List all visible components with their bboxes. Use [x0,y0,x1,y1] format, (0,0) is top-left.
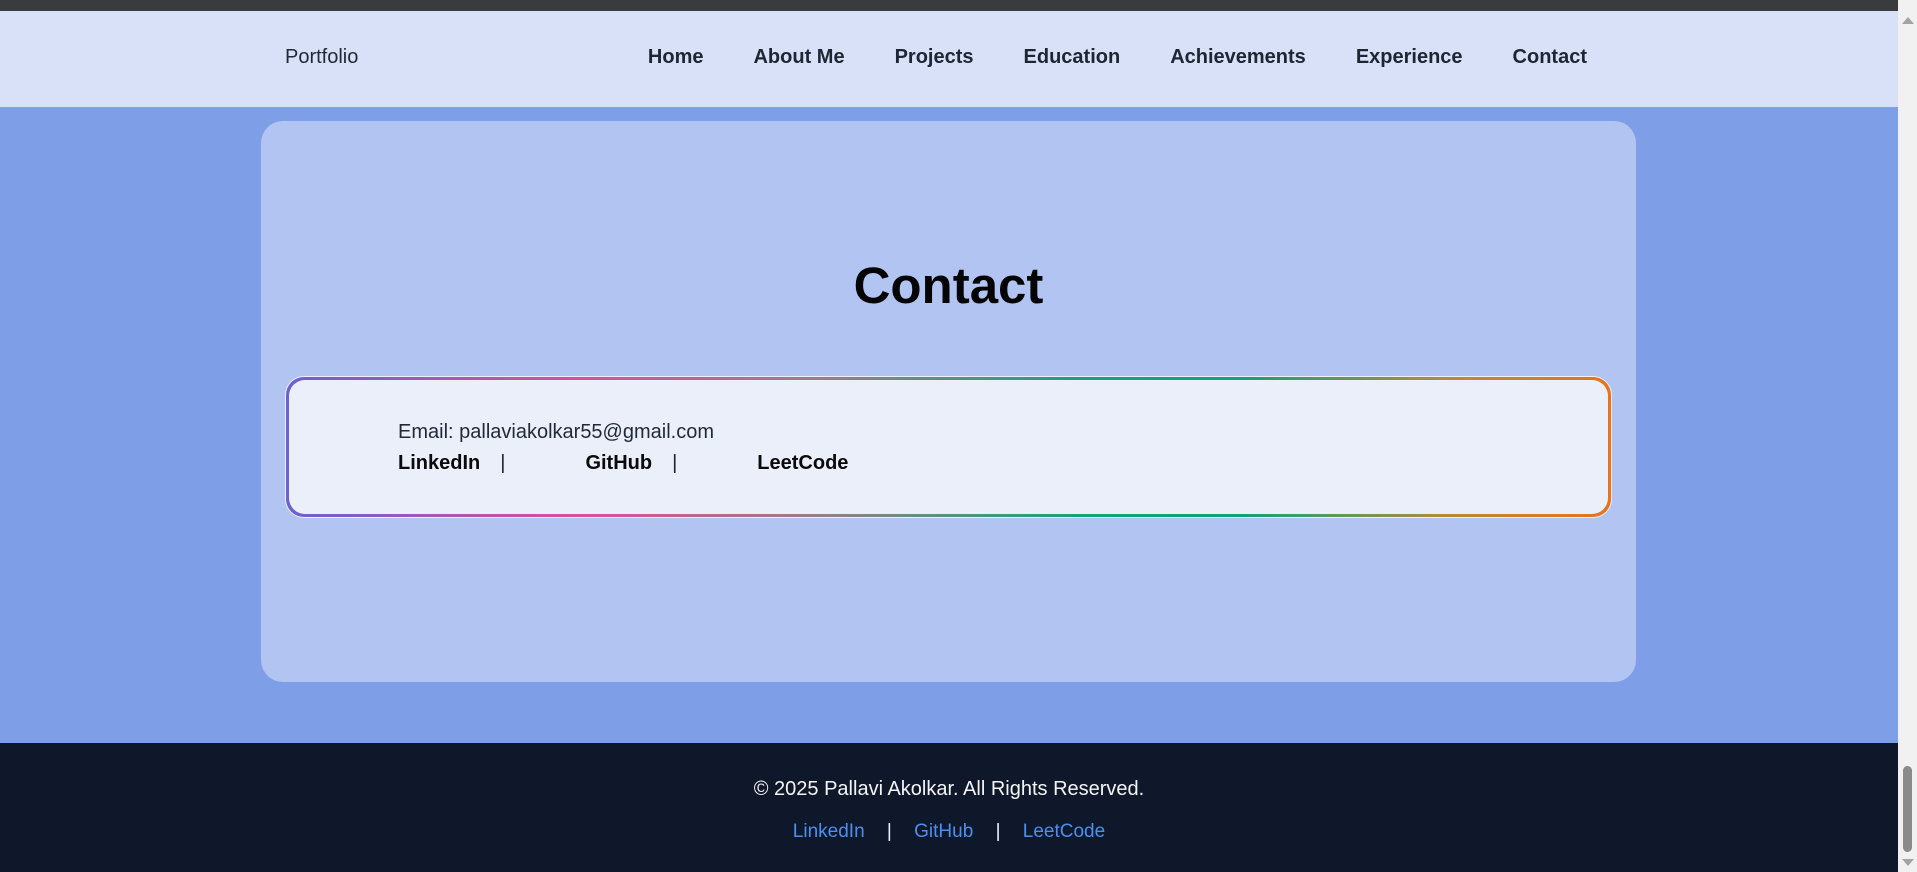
scroll-up-arrow-icon[interactable] [1902,17,1914,24]
contact-info-inner: Email: pallaviakolkar55@gmail.com Linked… [289,380,1608,514]
footer-separator: | [995,821,1001,842]
email-line: Email: pallaviakolkar55@gmail.com [398,421,714,444]
vertical-scrollbar[interactable] [1898,0,1917,872]
nav-links: Home About Me Projects Education Achieve… [598,46,1587,69]
contact-links: LinkedIn | GitHub | LeetCode [398,452,848,475]
footer-separator: | [886,821,892,842]
footer-links: LinkedIn | GitHub | LeetCode [0,821,1898,843]
contact-link-github[interactable]: GitHub [585,452,652,475]
footer-link-linkedin[interactable]: LinkedIn [793,821,865,842]
scrollbar-thumb[interactable] [1903,766,1912,852]
contact-separator: | [500,452,506,474]
nav-link-home[interactable]: Home [648,46,704,69]
scroll-down-arrow-icon[interactable] [1902,859,1914,866]
contact-separator: | [672,452,678,474]
email-address[interactable]: pallaviakolkar55@gmail.com [459,421,714,443]
nav-link-projects[interactable]: Projects [895,46,974,69]
footer-link-github[interactable]: GitHub [914,821,973,842]
nav-link-contact[interactable]: Contact [1513,46,1587,69]
contact-link-linkedin[interactable]: LinkedIn [398,452,480,475]
nav-link-education[interactable]: Education [1024,46,1121,69]
nav-link-about[interactable]: About Me [753,46,844,69]
contact-info-box: Email: pallaviakolkar55@gmail.com Linked… [286,377,1611,517]
copyright-text: © 2025 Pallavi Akolkar. All Rights Reser… [753,778,1145,800]
nav-link-experience[interactable]: Experience [1356,46,1463,69]
contact-card: Contact Email: pallaviakolkar55@gmail.co… [261,121,1636,682]
browser-top-strip [0,0,1898,11]
email-label: Email: [398,421,454,443]
navbar: Portfolio Home About Me Projects Educati… [0,11,1898,107]
contact-link-leetcode[interactable]: LeetCode [757,452,848,475]
footer: © 2025 Pallavi Akolkar. All Rights Reser… [0,743,1898,872]
brand-logo[interactable]: Portfolio [285,46,358,69]
footer-link-leetcode[interactable]: LeetCode [1023,821,1105,842]
contact-section: Contact Email: pallaviakolkar55@gmail.co… [0,107,1898,800]
contact-title: Contact [853,257,1044,314]
nav-link-achievements[interactable]: Achievements [1170,46,1306,69]
